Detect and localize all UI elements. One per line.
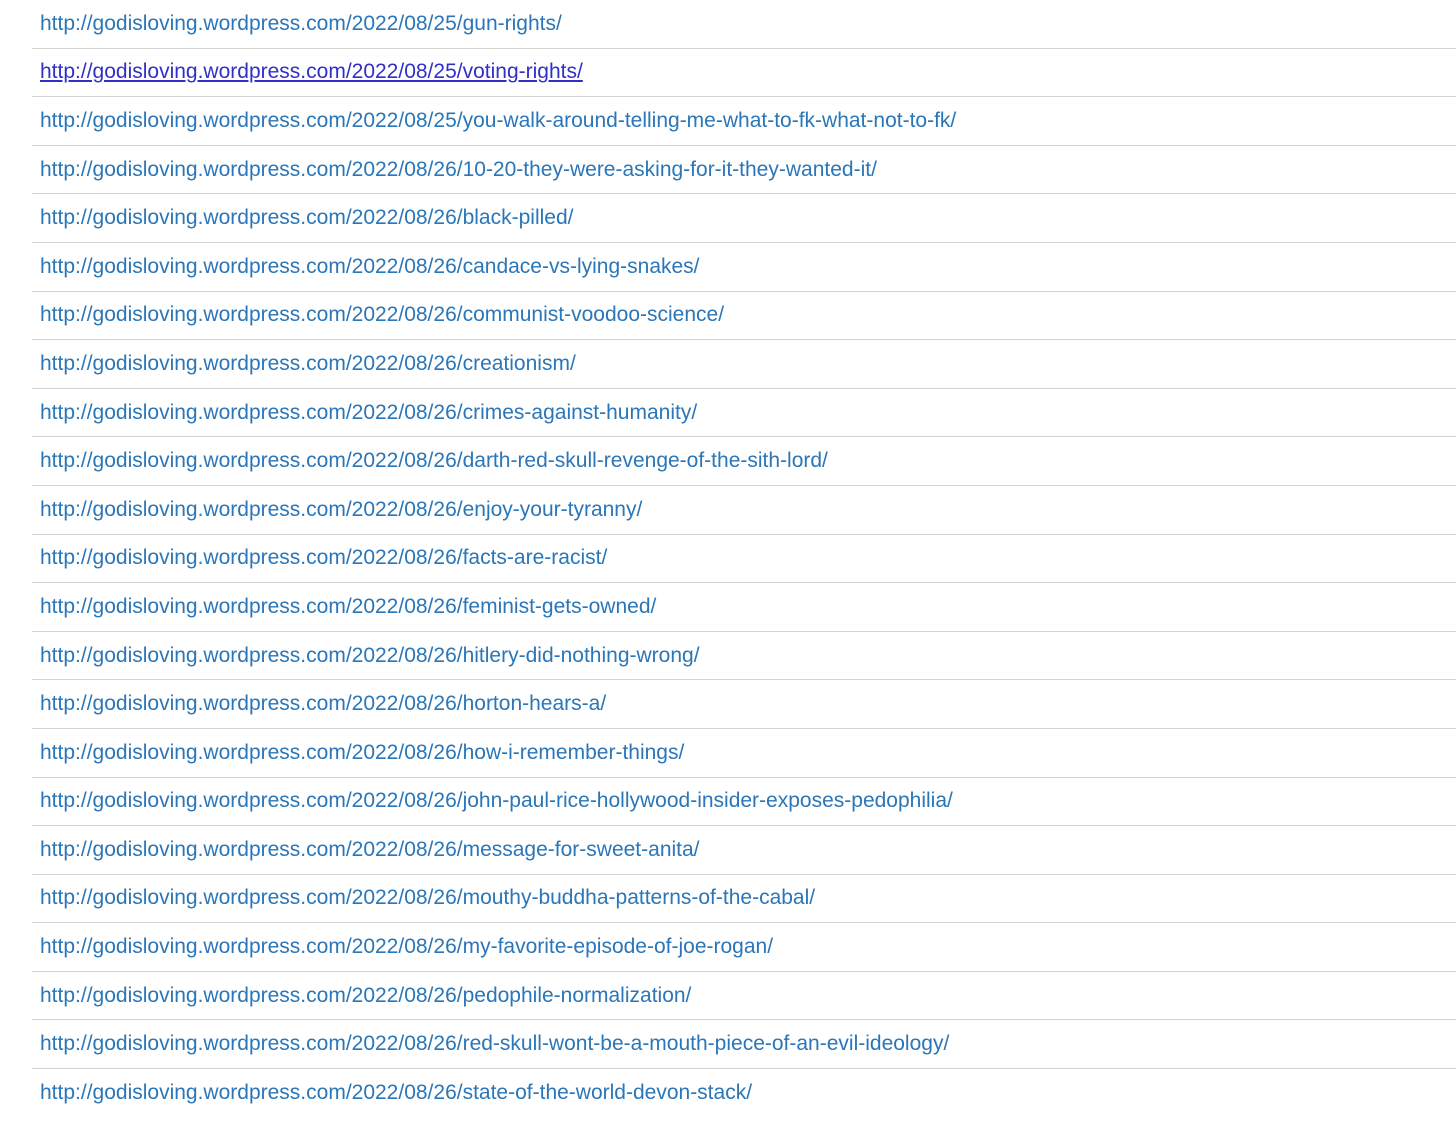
- url-link[interactable]: http://godisloving.wordpress.com/2022/08…: [40, 255, 700, 279]
- url-link[interactable]: http://godisloving.wordpress.com/2022/08…: [40, 12, 562, 36]
- url-row: http://godisloving.wordpress.com/2022/08…: [32, 826, 1456, 875]
- url-row: http://godisloving.wordpress.com/2022/08…: [32, 97, 1456, 146]
- url-row: http://godisloving.wordpress.com/2022/08…: [32, 486, 1456, 535]
- url-link[interactable]: http://godisloving.wordpress.com/2022/08…: [40, 158, 877, 182]
- url-row: http://godisloving.wordpress.com/2022/08…: [32, 389, 1456, 438]
- url-row: http://godisloving.wordpress.com/2022/08…: [32, 778, 1456, 827]
- url-link[interactable]: http://godisloving.wordpress.com/2022/08…: [40, 741, 684, 765]
- url-row: http://godisloving.wordpress.com/2022/08…: [32, 437, 1456, 486]
- url-row: http://godisloving.wordpress.com/2022/08…: [32, 632, 1456, 681]
- url-row: http://godisloving.wordpress.com/2022/08…: [32, 729, 1456, 778]
- url-link[interactable]: http://godisloving.wordpress.com/2022/08…: [40, 546, 607, 570]
- url-link[interactable]: http://godisloving.wordpress.com/2022/08…: [40, 60, 583, 84]
- url-link[interactable]: http://godisloving.wordpress.com/2022/08…: [40, 644, 700, 668]
- url-row: http://godisloving.wordpress.com/2022/08…: [32, 146, 1456, 195]
- url-link[interactable]: http://godisloving.wordpress.com/2022/08…: [40, 109, 956, 133]
- url-row: http://godisloving.wordpress.com/2022/08…: [32, 1020, 1456, 1070]
- url-row: http://godisloving.wordpress.com/2022/08…: [32, 680, 1456, 729]
- url-link[interactable]: http://godisloving.wordpress.com/2022/08…: [40, 206, 573, 230]
- url-row: http://godisloving.wordpress.com/2022/08…: [32, 49, 1456, 98]
- url-link[interactable]: http://godisloving.wordpress.com/2022/08…: [40, 498, 642, 522]
- url-link[interactable]: http://godisloving.wordpress.com/2022/08…: [40, 789, 953, 813]
- url-link[interactable]: http://godisloving.wordpress.com/2022/08…: [40, 984, 691, 1008]
- url-row: http://godisloving.wordpress.com/2022/08…: [32, 1069, 1456, 1117]
- url-link[interactable]: http://godisloving.wordpress.com/2022/08…: [40, 401, 697, 425]
- url-row: http://godisloving.wordpress.com/2022/08…: [32, 972, 1456, 1021]
- url-row: http://godisloving.wordpress.com/2022/08…: [32, 194, 1456, 243]
- url-row: http://godisloving.wordpress.com/2022/08…: [32, 243, 1456, 292]
- url-row: http://godisloving.wordpress.com/2022/08…: [32, 0, 1456, 49]
- url-link[interactable]: http://godisloving.wordpress.com/2022/08…: [40, 303, 724, 327]
- url-row: http://godisloving.wordpress.com/2022/08…: [32, 923, 1456, 972]
- url-row: http://godisloving.wordpress.com/2022/08…: [32, 535, 1456, 584]
- url-row: http://godisloving.wordpress.com/2022/08…: [32, 292, 1456, 341]
- url-list: http://godisloving.wordpress.com/2022/08…: [32, 0, 1456, 1117]
- url-link[interactable]: http://godisloving.wordpress.com/2022/08…: [40, 352, 576, 376]
- url-row: http://godisloving.wordpress.com/2022/08…: [32, 583, 1456, 632]
- url-row: http://godisloving.wordpress.com/2022/08…: [32, 340, 1456, 389]
- url-link[interactable]: http://godisloving.wordpress.com/2022/08…: [40, 449, 828, 473]
- url-link[interactable]: http://godisloving.wordpress.com/2022/08…: [40, 1081, 752, 1105]
- url-link[interactable]: http://godisloving.wordpress.com/2022/08…: [40, 595, 656, 619]
- url-link[interactable]: http://godisloving.wordpress.com/2022/08…: [40, 1032, 949, 1056]
- url-link[interactable]: http://godisloving.wordpress.com/2022/08…: [40, 692, 606, 716]
- url-link[interactable]: http://godisloving.wordpress.com/2022/08…: [40, 935, 773, 959]
- url-row: http://godisloving.wordpress.com/2022/08…: [32, 875, 1456, 924]
- url-link[interactable]: http://godisloving.wordpress.com/2022/08…: [40, 886, 815, 910]
- url-link[interactable]: http://godisloving.wordpress.com/2022/08…: [40, 838, 700, 862]
